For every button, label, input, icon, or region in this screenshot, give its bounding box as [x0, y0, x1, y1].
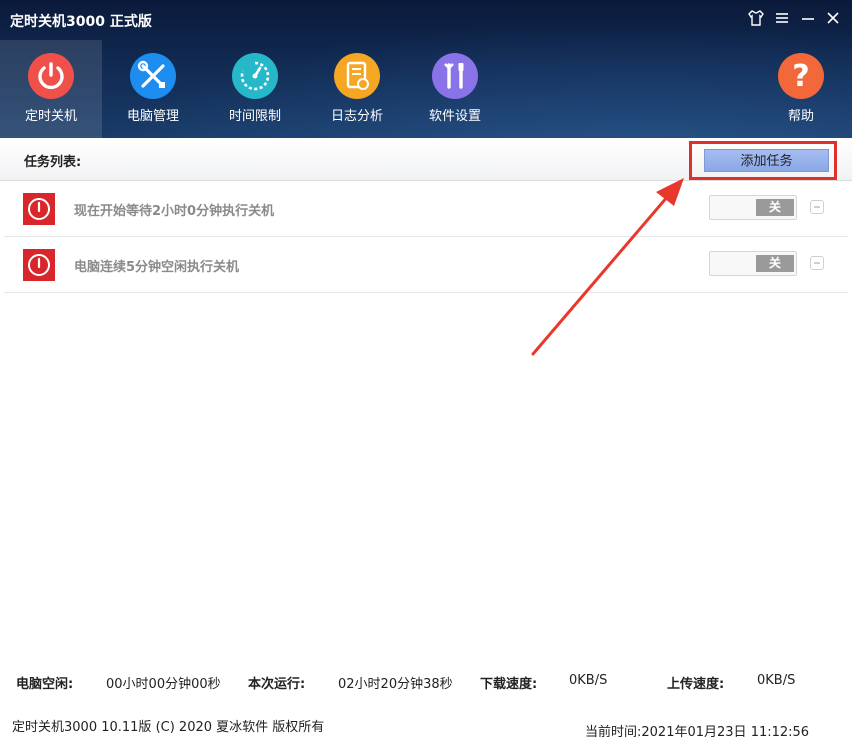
nav-label: 电脑管理: [126, 109, 179, 124]
header-bar: 定时关机3000 正式版 定时关机 电脑管理 时间限制 日志分析 软件设置 ? …: [0, 0, 852, 138]
nav-label: 软件设置: [428, 109, 481, 124]
power-icon: [28, 53, 74, 99]
nav-label: 日志分析: [330, 109, 383, 124]
current-time: 当前时间:2021年01月23日 11:12:56: [585, 725, 810, 740]
highlight-box: [689, 141, 837, 180]
idle-label: 电脑空闲:: [16, 677, 74, 692]
idle-value: 00小时00分钟00秒: [106, 677, 221, 692]
nav-log-analysis[interactable]: 日志分析: [306, 40, 408, 138]
copyright-text: 定时关机3000 10.11版 (C) 2020 夏冰软件 版权所有: [12, 720, 325, 735]
nav-computer-management[interactable]: 电脑管理: [102, 40, 204, 138]
upload-value: 0KB/S: [757, 673, 796, 688]
download-label: 下载速度:: [480, 677, 538, 692]
nav-help[interactable]: ? 帮助: [750, 40, 852, 138]
toggle-state: 关: [756, 199, 794, 216]
nav-time-limit[interactable]: 时间限制: [204, 40, 306, 138]
close-button[interactable]: [823, 9, 843, 29]
menu-button[interactable]: [772, 9, 792, 29]
skin-button[interactable]: [746, 9, 766, 29]
task-row: 现在开始等待2小时0分钟执行关机 关: [4, 181, 848, 237]
nav-software-settings[interactable]: 软件设置: [404, 40, 506, 138]
power-icon: [23, 249, 55, 281]
tools-icon: [130, 53, 176, 99]
toggle-state: 关: [756, 255, 794, 272]
wrench-screwdriver-icon: [432, 53, 478, 99]
nav-label: 时间限制: [228, 109, 281, 124]
task-toggle[interactable]: 关: [709, 251, 797, 276]
power-icon: [23, 193, 55, 225]
task-toggle[interactable]: 关: [709, 195, 797, 220]
nav-label: 定时关机: [24, 109, 77, 124]
run-value: 02小时20分钟38秒: [338, 677, 453, 692]
timer-icon: [232, 53, 278, 99]
task-description: 现在开始等待2小时0分钟执行关机: [74, 204, 275, 219]
minimize-icon: [802, 18, 814, 20]
tshirt-icon: [748, 10, 764, 26]
window-title: 定时关机3000 正式版: [10, 14, 152, 30]
download-value: 0KB/S: [569, 673, 608, 688]
task-options-icon[interactable]: [810, 200, 824, 214]
minimize-button[interactable]: [798, 9, 818, 29]
footer-bar: 定时关机3000 10.11版 (C) 2020 夏冰软件 版权所有 当前时间:…: [0, 708, 852, 744]
nav-shutdown[interactable]: 定时关机: [0, 40, 102, 138]
upload-label: 上传速度:: [667, 677, 725, 692]
nav-label: 帮助: [787, 109, 814, 124]
close-icon: [827, 12, 839, 24]
task-list-label: 任务列表:: [24, 155, 82, 170]
task-row: 电脑连续5分钟空闲执行关机 关: [4, 237, 848, 293]
svg-text:?: ?: [792, 59, 809, 94]
run-label: 本次运行:: [248, 677, 306, 692]
log-icon: [334, 53, 380, 99]
task-description: 电脑连续5分钟空闲执行关机: [74, 260, 240, 275]
hamburger-icon: [776, 13, 788, 23]
help-icon: ?: [778, 53, 824, 99]
task-options-icon[interactable]: [810, 256, 824, 270]
